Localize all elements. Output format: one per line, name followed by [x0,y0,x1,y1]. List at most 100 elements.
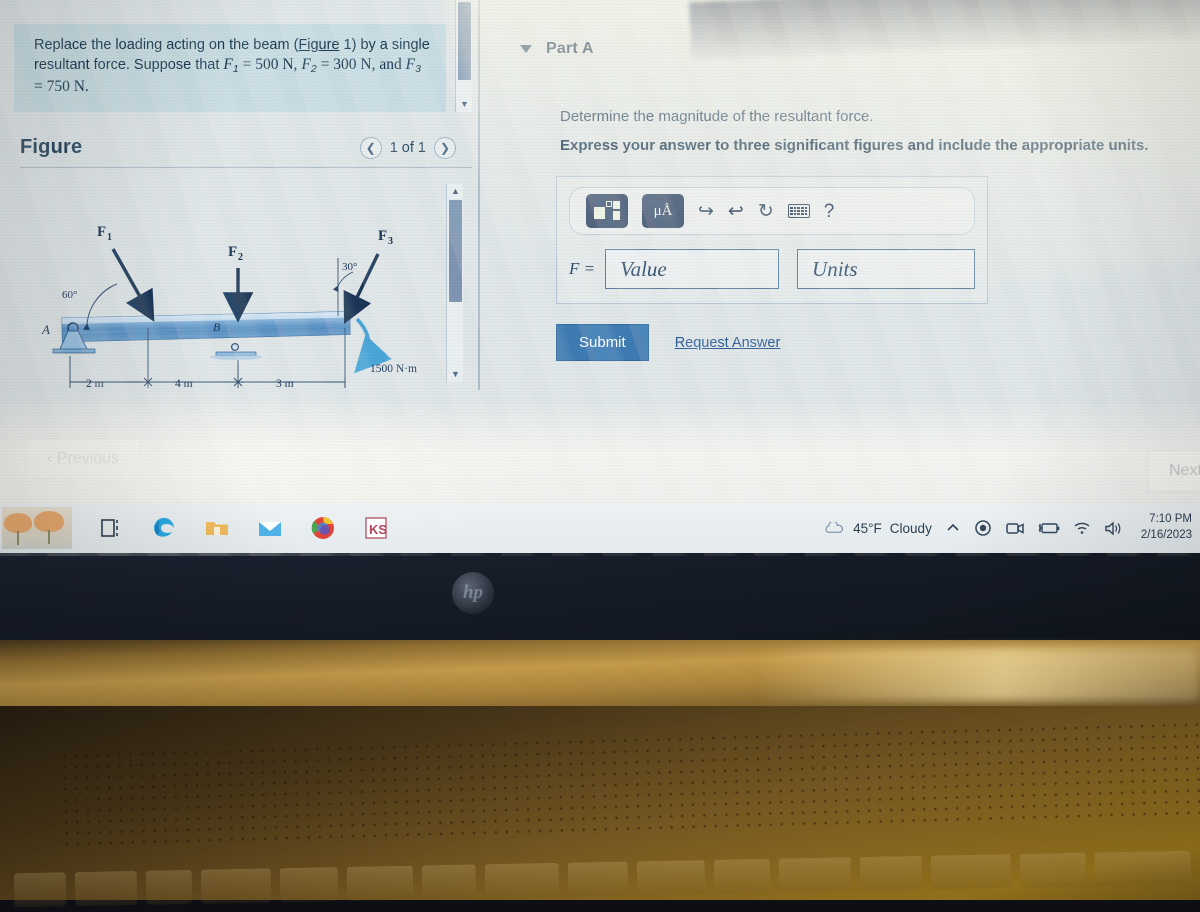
problem-text-a: Replace the loading acting on the beam ( [34,37,299,53]
submit-button[interactable]: Submit [556,324,649,361]
f2-symbol: F [301,56,311,74]
next-button[interactable]: Next [1148,450,1200,492]
laptop-photo: Replace the loading acting on the beam (… [0,0,1200,908]
windows-taskbar: KS 45°F Cloudy 7:10 PM 2/16/2023 [0,503,1200,553]
clock[interactable]: 7:10 PM 2/16/2023 [1137,512,1192,543]
task-view-icon[interactable] [98,515,124,541]
taskbar-apps: KS [98,515,389,541]
dim-2m: 2 m [86,378,104,390]
wifi-icon[interactable] [1073,521,1091,535]
math-template-icon[interactable] [586,194,628,228]
svg-text:30°: 30° [342,261,357,273]
laptop-screen: Replace the loading acting on the beam (… [0,0,1200,556]
clock-date: 2/16/2023 [1140,529,1192,541]
keyboard-icon[interactable] [787,204,810,218]
figure-1-link[interactable]: Figure [298,37,339,53]
problem-statement: Replace the loading acting on the beam (… [14,24,446,112]
figure-prev-button[interactable]: ❮ [359,136,382,159]
units-input[interactable]: Units [797,249,975,289]
figure-header: Figure ❮ 1 of 1 ❯ [20,136,470,159]
svg-text:F: F [228,244,237,260]
force-f1-arrow [82,248,155,331]
f2-value: = 300 N, and [316,56,406,74]
f3-subscript: 3 [415,63,421,76]
scrollbar-thumb[interactable] [449,200,462,302]
answer-widget: μÅ ↪ ↩ ↻ ? F = Value Units [556,176,988,304]
beam-diagram: A F 1 60° F 2 B F 3 30° 1500 N·m 2 m 4 m… [20,176,456,408]
camera-icon[interactable] [1005,520,1025,536]
svg-text:3: 3 [388,236,393,247]
battery-icon[interactable] [1038,521,1060,535]
variable-label: F = [569,259,596,278]
dim-3m: 3 m [276,378,294,390]
value-input[interactable]: Value [605,249,780,289]
svg-text:2: 2 [238,252,243,263]
units-button-label: μÅ [653,202,673,219]
svg-text:60°: 60° [62,289,77,301]
svg-text:F: F [97,224,106,240]
screen-bezel [0,553,1200,645]
problem-scrollbar[interactable]: ▼ [455,0,472,112]
part-a-header[interactable]: Part A [520,40,1200,58]
microsoft-edge-icon[interactable] [151,515,177,541]
problem-pane: Replace the loading acting on the beam (… [14,24,472,390]
f1-value: = 500 N, [238,56,298,74]
scrollbar-thumb[interactable] [458,2,471,80]
scroll-down-arrow-icon[interactable]: ▼ [459,99,470,109]
figure-counter: 1 of 1 [389,139,426,156]
system-tray: 45°F Cloudy 7:10 PM 2/16/2023 [823,512,1200,543]
hp-logo: hp [452,572,494,614]
answer-pane: Part A Determine the magnitude of the re… [520,40,1200,361]
svg-text:KS: KS [369,522,387,537]
moment-label: 1500 N·m [370,363,417,375]
undo-arrow-icon[interactable]: ↪ [698,202,714,221]
mail-icon[interactable] [257,515,283,541]
weather-condition: Cloudy [889,520,932,536]
question-text: Determine the magnitude of the resultant… [560,108,874,125]
cloud-icon [825,522,844,533]
units-mu-angstrom-button[interactable]: μÅ [642,194,684,228]
dim-4m: 4 m [175,378,193,390]
scroll-down-arrow-icon[interactable]: ▼ [450,369,461,379]
instruction-text: Express your answer to three significant… [560,137,1149,154]
f1-symbol: F [223,56,233,74]
file-explorer-icon[interactable] [204,515,230,541]
figure-scrollbar[interactable]: ▲ ▼ [446,184,463,382]
wps-office-icon[interactable]: KS [363,515,389,541]
figure-link-num: 1 [339,37,352,53]
f3-value: = 750 N. [34,78,89,96]
answer-toolbar: μÅ ↪ ↩ ↻ ? [569,187,975,235]
request-answer-link[interactable]: Request Answer [675,335,781,351]
previous-button[interactable]: ‹ Previous [26,438,141,480]
weather-widget-flowers[interactable] [2,507,72,549]
weather-tray[interactable]: 45°F Cloudy [823,521,932,536]
figure-title: Figure [20,136,83,158]
screen-glare-bottom [0,400,1200,520]
answer-input-row: F = Value Units [569,249,975,289]
pane-divider [478,0,480,390]
scroll-up-arrow-icon[interactable]: ▲ [450,186,461,196]
weather-temp: 45°F [853,520,882,536]
svg-text:A: A [41,322,50,337]
laptop-hinge [0,640,1200,712]
answer-actions: Submit Request Answer [556,324,1200,361]
reset-circular-arrow-icon[interactable]: ↻ [758,202,774,221]
figure-divider [20,167,472,168]
help-icon[interactable]: ? [824,202,835,221]
triangle-down-icon[interactable] [520,45,532,53]
svg-text:F: F [378,228,387,244]
part-title: Part A [546,40,594,57]
volume-icon[interactable] [1104,520,1124,536]
clock-time: 7:10 PM [1149,513,1192,526]
svg-text:1: 1 [107,232,112,243]
f3-symbol: F [405,56,416,74]
chevron-up-icon[interactable] [945,520,961,536]
record-dot-icon[interactable] [974,519,992,537]
figure-next-button[interactable]: ❯ [434,136,456,159]
moment-arrow [354,317,392,374]
google-chrome-icon[interactable] [310,515,336,541]
support-roller [210,343,262,360]
figure-nav: ❮ 1 of 1 ❯ [359,136,470,159]
svg-text:B: B [213,320,221,334]
redo-arrow-icon[interactable]: ↩ [728,202,744,221]
